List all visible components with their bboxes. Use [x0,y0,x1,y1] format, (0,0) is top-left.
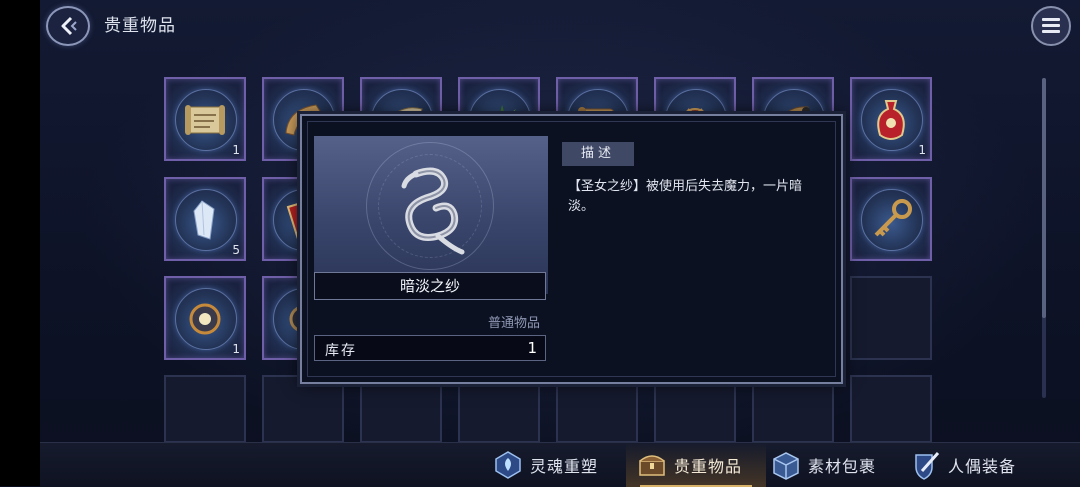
menu-button[interactable] [1031,6,1071,46]
shield-sword-icon [915,452,940,480]
empty-slot[interactable] [556,375,638,443]
tab-doll-equipment[interactable]: 人偶装备 [910,443,1060,487]
item-slot[interactable]: 1 [850,77,932,161]
page-title: 贵重物品 [104,16,176,36]
empty-slot[interactable] [458,375,540,443]
menu-icon-line [1042,24,1060,27]
scroll-thumb[interactable] [1042,78,1046,318]
tab-soul-reshape[interactable]: 灵魂重塑 [492,443,620,487]
scrollbar[interactable] [1042,78,1046,398]
empty-slot[interactable] [850,276,932,360]
tab-materials[interactable]: 素材包裹 [770,443,910,487]
menu-icon [1042,18,1060,21]
description-tab[interactable]: 描述 [562,142,634,166]
soul-icon [495,451,521,479]
stock-row: 库存 1 [314,335,546,361]
item-detail-popup[interactable]: 暗淡之纱 普通物品 库存 1 描述 【圣女之纱】被使用后失去魔力，一片暗淡。 [300,114,843,384]
item-count: 1 [918,143,926,157]
item-slot[interactable]: 5 [164,177,246,261]
item-count: 1 [232,342,240,356]
item-category: 普通物品 [488,316,541,331]
package-icon [773,452,799,480]
menu-icon-line [1042,30,1060,33]
crystal-icon [193,200,215,240]
empty-slot[interactable] [654,375,736,443]
back-button[interactable] [46,6,90,46]
empty-slot[interactable] [360,375,442,443]
empty-slot[interactable] [752,375,834,443]
scroll-icon [185,105,225,135]
back-arrow-icon [61,16,77,36]
tab-label: 素材包裹 [808,457,877,476]
item-slot[interactable]: 1 [164,77,246,161]
item-count: 1 [232,143,240,157]
empty-slot[interactable] [850,375,932,443]
tab-label: 贵重物品 [674,457,743,476]
left-edge-bar [0,0,40,486]
bottom-nav: 灵魂重塑 贵重物品 素材包裹 人偶装备 [40,442,1080,487]
description-text: 【圣女之纱】被使用后失去魔力，一片暗淡。 [568,179,803,214]
treasure-chest-icon [639,455,665,476]
item-name: 暗淡之纱 [314,272,546,300]
stock-label: 库存 [325,343,357,359]
item-preview [314,136,548,294]
item-slot[interactable] [850,177,932,261]
tab-label: 人偶装备 [948,457,1017,476]
item-slot[interactable]: 1 [164,276,246,360]
stock-value: 1 [527,339,537,357]
orb-icon [189,303,221,335]
empty-slot[interactable] [262,375,344,443]
tab-label: 灵魂重塑 [530,457,599,476]
vase-icon [877,100,905,140]
empty-slot[interactable] [164,375,246,443]
ribbon-icon [401,167,465,255]
tab-valuables[interactable]: 贵重物品 [626,443,766,487]
key-icon [874,199,912,237]
item-count: 5 [232,243,240,257]
